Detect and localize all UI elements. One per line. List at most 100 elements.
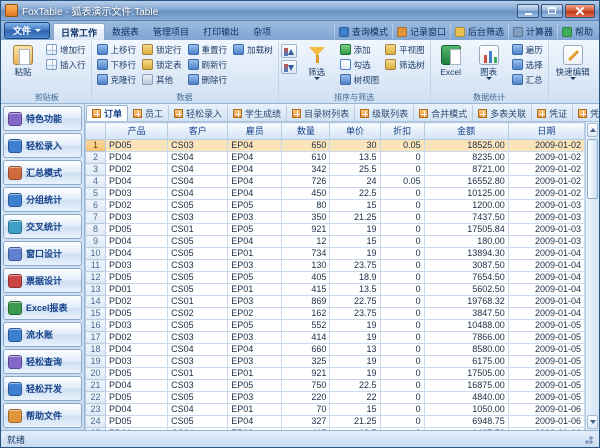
cell-unit-price[interactable]: 30 <box>330 140 380 152</box>
document-tab[interactable]: 轻松录入 <box>169 105 228 121</box>
cell-date[interactable]: 2009-01-05 <box>508 344 584 356</box>
table-row[interactable]: 14 PD02 CS01 EP03 869 22.75 0 19768.32 2… <box>86 296 585 308</box>
cell-discount[interactable]: 0 <box>380 320 424 332</box>
cell-discount[interactable]: 0 <box>380 260 424 272</box>
cell-amount[interactable]: 8235.00 <box>424 152 508 164</box>
cell-amount[interactable]: 4840.00 <box>424 392 508 404</box>
document-tab[interactable]: 凭证2 <box>573 105 599 121</box>
cell-discount[interactable]: 0 <box>380 212 424 224</box>
cell-discount[interactable]: 0.05 <box>380 140 424 152</box>
sort-descending-button[interactable] <box>281 60 297 74</box>
cell-employee[interactable]: EP04 <box>228 188 282 200</box>
cell-employee[interactable]: EP01 <box>228 284 282 296</box>
table-row[interactable]: 7 PD03 CS03 EP03 350 21.25 0 7437.50 200… <box>86 212 585 224</box>
cell-product[interactable]: PD05 <box>106 224 168 236</box>
cell-amount[interactable]: 10125.00 <box>424 188 508 200</box>
table-row[interactable]: 20 PD05 CS01 EP01 921 19 0 17505.00 2009… <box>86 368 585 380</box>
cell-discount[interactable]: 0 <box>380 224 424 236</box>
table-row[interactable]: 5 PD03 CS04 EP04 450 22.5 0 10125.00 200… <box>86 188 585 200</box>
cell-customer[interactable]: CS05 <box>168 392 228 404</box>
cell-discount[interactable]: 0 <box>380 344 424 356</box>
sidebar-item[interactable]: 轻松查询 <box>3 349 82 374</box>
cell-quantity[interactable]: 450 <box>282 188 330 200</box>
ribbon-right-tool-button[interactable]: 计算器 <box>508 24 557 39</box>
cell-amount[interactable]: 10488.00 <box>424 320 508 332</box>
cell-unit-price[interactable]: 15 <box>330 236 380 248</box>
cell-customer[interactable]: CS02 <box>168 308 228 320</box>
add-row-button[interactable]: 增加行 <box>43 42 89 57</box>
cell-product[interactable]: PD03 <box>106 356 168 368</box>
cell-employee[interactable]: EP04 <box>228 416 282 428</box>
cell-discount[interactable]: 0 <box>380 164 424 176</box>
cell-amount[interactable]: 13894.30 <box>424 248 508 260</box>
cell-customer[interactable]: CS05 <box>168 284 228 296</box>
cell-discount[interactable]: 0 <box>380 392 424 404</box>
cell-unit-price[interactable]: 13 <box>330 344 380 356</box>
row-number[interactable]: 21 <box>86 380 106 392</box>
column-header[interactable]: 雇员 <box>228 123 282 140</box>
maximize-button[interactable] <box>541 4 563 18</box>
cell-quantity[interactable]: 350 <box>282 212 330 224</box>
cell-quantity[interactable]: 130 <box>282 260 330 272</box>
cell-product[interactable]: PD04 <box>106 380 168 392</box>
cell-customer[interactable]: CS04 <box>168 404 228 416</box>
cell-customer[interactable]: CS01 <box>168 296 228 308</box>
cell-amount[interactable]: 3087.50 <box>424 260 508 272</box>
cell-customer[interactable]: CS05 <box>168 200 228 212</box>
table-row[interactable]: 6 PD02 CS05 EP05 80 15 0 1200.00 2009-01… <box>86 200 585 212</box>
table-row[interactable]: 12 PD05 CS05 EP05 405 18.9 0 7654.50 200… <box>86 272 585 284</box>
sort-filter-button[interactable]: 勾选 <box>337 57 383 72</box>
cell-unit-price[interactable]: 19 <box>330 368 380 380</box>
cell-product[interactable]: PD01 <box>106 284 168 296</box>
statistics-button[interactable]: 汇总 <box>509 72 546 87</box>
sort-filter-button[interactable]: 树视图 <box>337 72 383 87</box>
cell-quantity[interactable]: 415 <box>282 284 330 296</box>
cell-customer[interactable]: CS04 <box>168 164 228 176</box>
cell-customer[interactable]: CS04 <box>168 176 228 188</box>
filter-button[interactable]: 筛选 <box>299 42 335 82</box>
row-number[interactable]: 16 <box>86 320 106 332</box>
cell-product[interactable]: PD02 <box>106 200 168 212</box>
cell-date[interactable]: 2009-01-03 <box>508 224 584 236</box>
cell-customer[interactable]: CS03 <box>168 380 228 392</box>
table-row[interactable]: 22 PD05 CS05 EP03 220 22 0 4840.00 2009-… <box>86 392 585 404</box>
close-button[interactable] <box>565 4 595 18</box>
cell-amount[interactable]: 180.00 <box>424 236 508 248</box>
sidebar-item[interactable]: 帮助文件 <box>3 403 82 428</box>
column-header[interactable]: 金额 <box>424 123 508 140</box>
sidebar-item[interactable]: 窗口设计 <box>3 241 82 266</box>
cell-unit-price[interactable]: 15 <box>330 404 380 416</box>
cell-unit-price[interactable]: 13.5 <box>330 284 380 296</box>
statistics-button[interactable]: 遍历 <box>509 42 546 57</box>
cell-employee[interactable]: EP03 <box>228 392 282 404</box>
cell-customer[interactable]: CS03 <box>168 260 228 272</box>
cell-employee[interactable]: EP04 <box>228 344 282 356</box>
column-header[interactable]: 客户 <box>168 123 228 140</box>
cell-date[interactable]: 2009-01-05 <box>508 368 584 380</box>
row-number[interactable]: 7 <box>86 212 106 224</box>
cell-discount[interactable]: 0 <box>380 188 424 200</box>
cell-unit-price[interactable]: 13.5 <box>330 152 380 164</box>
cell-discount[interactable]: 0 <box>380 416 424 428</box>
window-button[interactable]: 窗口 <box>597 42 599 82</box>
table-row[interactable]: 10 PD04 CS05 EP01 734 19 0 13894.30 2009… <box>86 248 585 260</box>
cell-amount[interactable]: 8721.00 <box>424 164 508 176</box>
cell-product[interactable]: PD05 <box>106 140 168 152</box>
cell-customer[interactable]: CS04 <box>168 344 228 356</box>
row-number[interactable]: 9 <box>86 236 106 248</box>
cell-employee[interactable]: EP05 <box>228 200 282 212</box>
cell-quantity[interactable]: 734 <box>282 248 330 260</box>
cell-date[interactable]: 2009-01-02 <box>508 164 584 176</box>
cell-product[interactable]: PD02 <box>106 164 168 176</box>
cell-customer[interactable]: CS05 <box>168 272 228 284</box>
row-number[interactable]: 3 <box>86 164 106 176</box>
cell-discount[interactable]: 0 <box>380 272 424 284</box>
cell-amount[interactable]: 8580.00 <box>424 344 508 356</box>
cell-product[interactable]: PD04 <box>106 236 168 248</box>
sidebar-item[interactable]: 特色功能 <box>3 106 82 131</box>
column-header[interactable]: 单价 <box>330 123 380 140</box>
cell-product[interactable]: PD04 <box>106 176 168 188</box>
cell-unit-price[interactable]: 18.9 <box>330 272 380 284</box>
insert-row-button[interactable]: 插入行 <box>43 57 89 72</box>
ribbon-right-tool-button[interactable]: 后台筛选 <box>450 24 508 39</box>
